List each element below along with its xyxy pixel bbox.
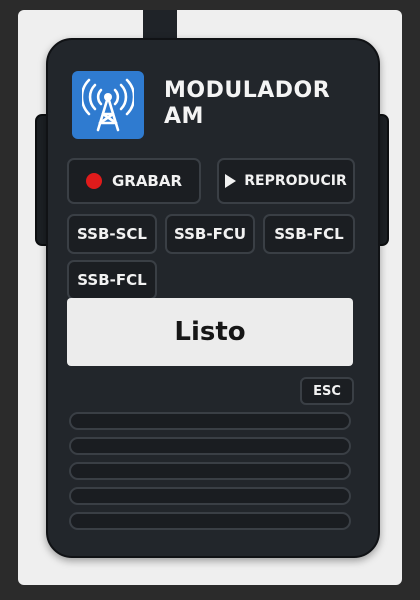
play-button[interactable]: REPRODUCIR <box>217 158 355 204</box>
speaker-slot <box>69 462 351 480</box>
status-display: Listo <box>67 298 353 366</box>
speaker-slot <box>69 437 351 455</box>
mode-button-ssb-fcl[interactable]: SSB-FCL <box>263 214 355 254</box>
radio-device: MODULADOR AM GRABAR REPRODUCIR SSB-SCL S… <box>46 38 380 558</box>
mode-label: SSB-FCL <box>77 271 147 289</box>
record-label: GRABAR <box>111 172 183 190</box>
mode-button-ssb-scl[interactable]: SSB-SCL <box>67 214 157 254</box>
mode-button-ssb-fcl-2[interactable]: SSB-FCL <box>67 260 157 300</box>
mode-label: SSB-FCL <box>274 225 344 243</box>
record-button[interactable]: GRABAR <box>67 158 201 204</box>
play-label: REPRODUCIR <box>244 173 347 189</box>
play-icon <box>225 174 237 188</box>
app-window: MODULADOR AM GRABAR REPRODUCIR SSB-SCL S… <box>18 10 402 585</box>
record-dot-icon <box>85 173 102 189</box>
mode-label: SSB-SCL <box>77 225 147 243</box>
speaker-slot <box>69 412 351 430</box>
app-title: MODULADOR AM <box>164 78 331 129</box>
radio-tower-icon <box>72 71 144 139</box>
esc-button[interactable]: ESC <box>300 377 354 405</box>
speaker-slot <box>69 512 351 530</box>
mode-button-ssb-fcu[interactable]: SSB-FCU <box>165 214 255 254</box>
speaker-slot <box>69 487 351 505</box>
mode-label: SSB-FCU <box>173 225 247 243</box>
